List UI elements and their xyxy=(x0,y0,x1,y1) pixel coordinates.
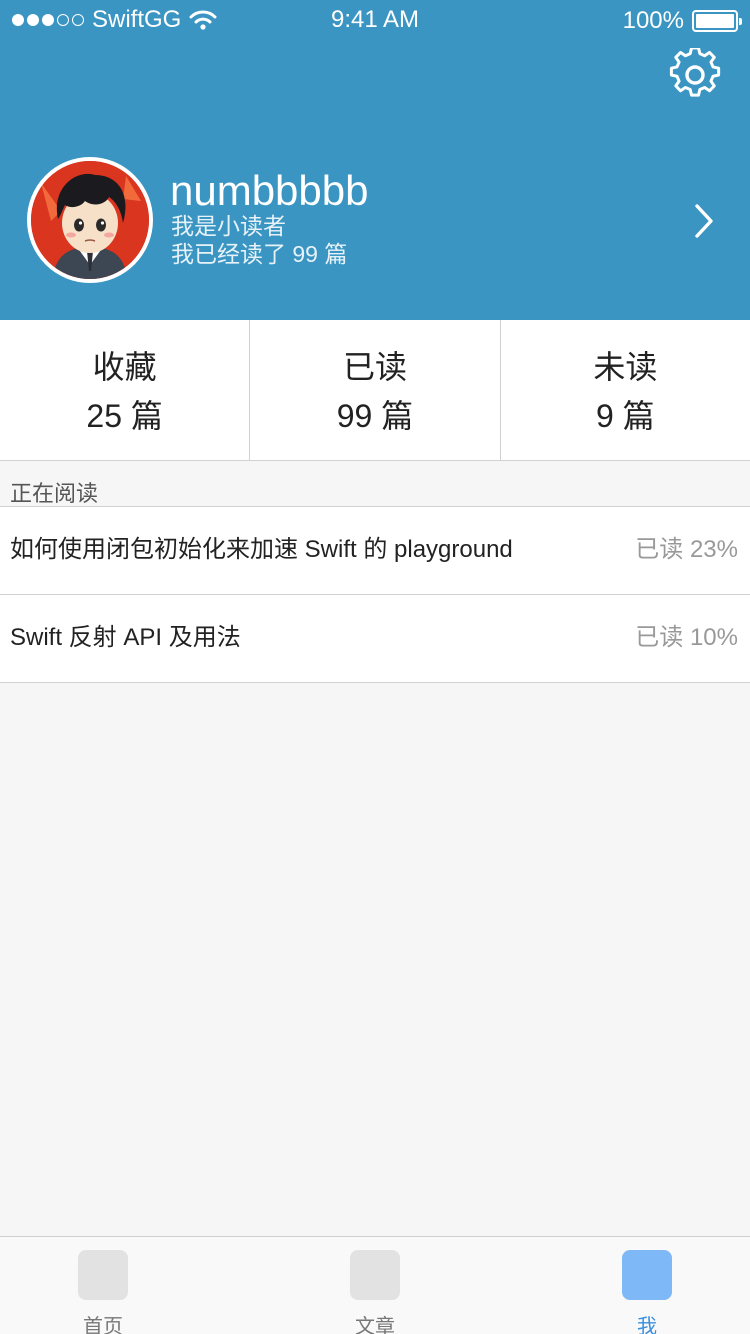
reading-list: 如何使用闭包初始化来加速 Swift 的 playground 已读 23% S… xyxy=(0,507,750,683)
tab-label: 文章 xyxy=(355,1316,395,1334)
stat-label: 收藏 xyxy=(92,349,157,385)
username: numbbbbb xyxy=(170,167,369,214)
battery-icon xyxy=(692,10,742,32)
stat-favorites[interactable]: 收藏 25 篇 xyxy=(0,320,251,460)
list-item[interactable]: 如何使用闭包初始化来加速 Swift 的 playground 已读 23% xyxy=(0,507,750,595)
tab-home[interactable]: 首页 xyxy=(23,1237,183,1334)
me-tab-icon xyxy=(622,1250,672,1300)
stat-label: 已读 xyxy=(342,349,407,385)
list-item[interactable]: Swift 反射 API 及用法 已读 10% xyxy=(0,595,750,683)
profile-header: SwiftGG 9:41 AM 100% numbbbbb 我是小读者 我已经读… xyxy=(0,0,750,320)
avatar-illustration xyxy=(31,161,149,279)
read-count-summary: 我已经读了 99 篇 xyxy=(171,241,348,267)
status-bar: SwiftGG 9:41 AM 100% xyxy=(0,0,750,40)
home-tab-icon xyxy=(78,1250,128,1300)
gear-icon[interactable] xyxy=(668,48,722,102)
stat-label: 未读 xyxy=(593,349,658,385)
tab-label: 我 xyxy=(637,1316,657,1334)
tab-articles[interactable]: 文章 xyxy=(295,1237,455,1334)
profile-subtitle: 我是小读者 xyxy=(171,213,286,239)
articles-tab-icon xyxy=(350,1250,400,1300)
section-title: 正在阅读 xyxy=(10,481,99,506)
stat-read[interactable]: 已读 99 篇 xyxy=(250,320,501,460)
stats-bar: 收藏 25 篇 已读 99 篇 未读 9 篇 xyxy=(0,320,750,461)
stat-value: 9 篇 xyxy=(595,398,655,434)
stat-value: 25 篇 xyxy=(86,398,163,434)
tab-me[interactable]: 我 xyxy=(567,1237,727,1334)
avatar[interactable] xyxy=(27,157,153,283)
read-progress: 已读 10% xyxy=(635,624,738,651)
status-right: 100% xyxy=(622,7,742,35)
article-title: Swift 反射 API 及用法 xyxy=(10,624,241,651)
chevron-right-icon[interactable] xyxy=(690,202,718,240)
battery-percent: 100% xyxy=(622,7,684,34)
tab-bar: 首页 文章 我 xyxy=(0,1236,750,1334)
read-progress: 已读 23% xyxy=(635,536,738,563)
article-title: 如何使用闭包初始化来加速 Swift 的 playground xyxy=(10,536,513,563)
reading-section-header: 正在阅读 xyxy=(0,462,750,507)
tab-label: 首页 xyxy=(83,1316,123,1334)
stat-unread[interactable]: 未读 9 篇 xyxy=(501,320,750,460)
stat-value: 99 篇 xyxy=(336,398,414,434)
